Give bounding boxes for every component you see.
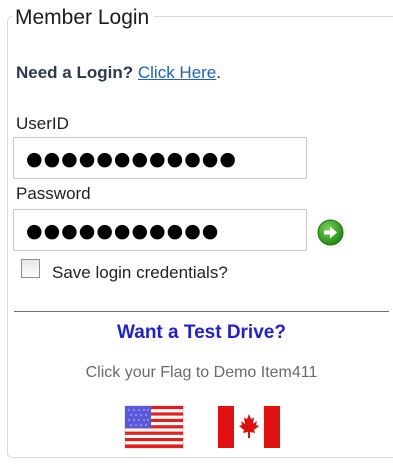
save-credentials-checkbox[interactable]	[21, 259, 40, 278]
password-input[interactable]: ●●●●●●●●●●●	[13, 209, 307, 251]
period-text: .	[216, 63, 221, 82]
test-drive-heading: Want a Test Drive?	[117, 322, 286, 343]
member-login-legend: Member Login	[12, 3, 155, 33]
us-flag-icon[interactable]	[121, 400, 187, 454]
userid-masked-value: ●●●●●●●●●●●●	[26, 148, 237, 170]
canada-flag-icon[interactable]	[215, 400, 283, 454]
password-label: Password	[16, 184, 91, 203]
save-credentials-label: Save login credentials?	[52, 263, 228, 282]
need-login-text: Need a Login?	[16, 63, 134, 82]
userid-label: UserID	[16, 114, 69, 133]
need-login-row: Need a Login? Click Here.	[16, 61, 221, 85]
section-divider	[14, 311, 389, 312]
demo-instruction: Click your Flag to Demo Item411	[85, 364, 318, 381]
click-here-link[interactable]: Click Here	[138, 63, 216, 82]
green-arrow-icon[interactable]	[317, 219, 344, 246]
password-masked-value: ●●●●●●●●●●●	[26, 220, 220, 242]
userid-input[interactable]: ●●●●●●●●●●●●	[13, 137, 307, 179]
